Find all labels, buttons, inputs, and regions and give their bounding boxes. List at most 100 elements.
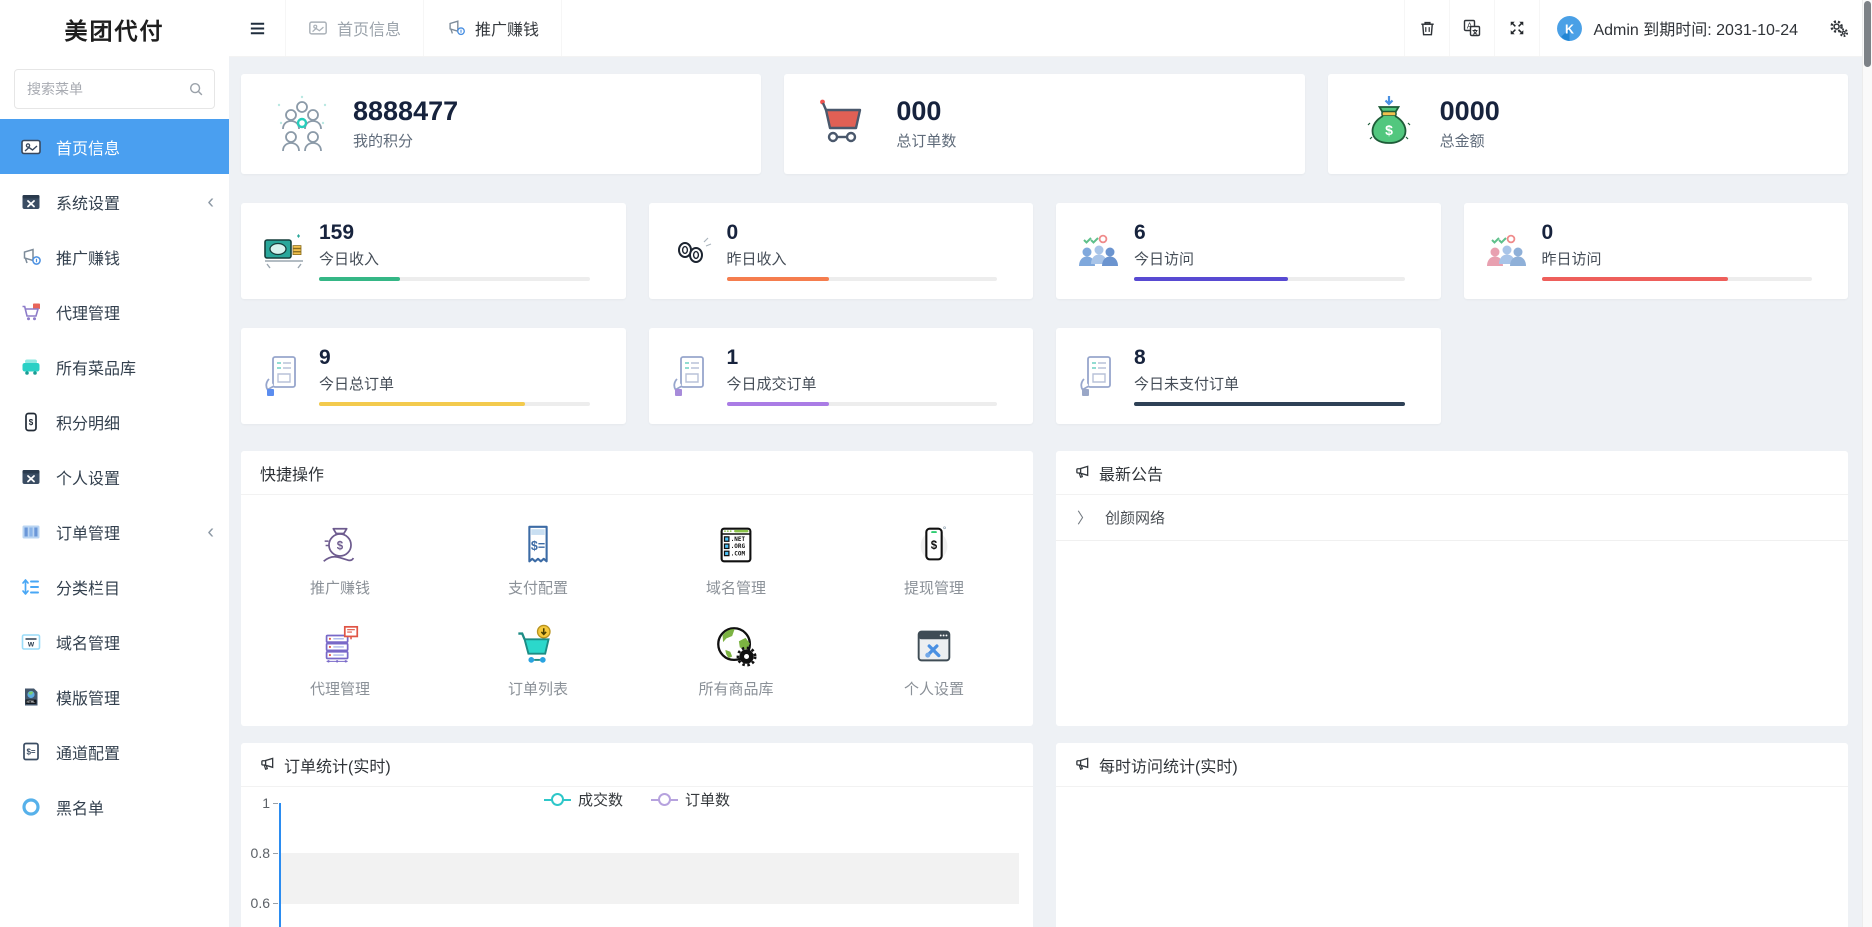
panel-title: 订单统计(实时)	[284, 758, 391, 776]
quick-action-domain[interactable]: .NET .ORG .COM 域名管理	[637, 522, 835, 598]
stat-progress-fill	[1134, 402, 1405, 407]
sidebar-item-category[interactable]: 分类栏目	[0, 559, 229, 614]
quick-action-all-products[interactable]: 所有商品库	[637, 623, 835, 699]
stats-row-1: 8888477 我的积分 000 总订单数 $ 0000 总金额	[241, 74, 1848, 174]
translate-icon: A	[1464, 19, 1481, 37]
chart-y-axis	[279, 803, 281, 927]
svg-text:$: $	[337, 540, 344, 552]
quick-action-label: 支付配置	[507, 580, 568, 597]
search-icon	[188, 81, 204, 97]
translate-button[interactable]: A	[1449, 0, 1494, 56]
channel-doc-icon: $=	[20, 741, 42, 763]
hamburger-menu-button[interactable]	[229, 0, 285, 56]
legend-label: 成交数	[577, 792, 623, 809]
stat-progress-fill	[319, 277, 401, 282]
sidebar-item-channel[interactable]: $= 通道配置	[0, 724, 229, 779]
app-logo: 美团代付	[64, 17, 165, 44]
stat-progress-track	[1541, 277, 1812, 282]
megaphone-icon	[1075, 757, 1090, 772]
chevron-collapsed-icon: ‹	[207, 190, 214, 213]
svg-text:.COM: .COM	[731, 550, 746, 557]
sidebar-item-personal[interactable]: 个人设置	[0, 449, 229, 504]
domain-window-icon: w	[20, 631, 42, 653]
tab-home-icon	[308, 18, 328, 38]
dish-store-icon	[20, 356, 42, 378]
stat-label: 今日总订单	[319, 376, 395, 394]
topbar-actions: A K Admin 到期时间: 2031-10-24	[1404, 0, 1862, 56]
points-phone-icon: $	[20, 411, 42, 433]
menu-search	[14, 69, 215, 109]
hamburger-icon	[250, 22, 264, 34]
sidebar-item-domain[interactable]: w 域名管理	[0, 614, 229, 669]
stat-card-today-visits: 6 今日访问	[1056, 203, 1441, 299]
phone-dollar-icon: $	[911, 522, 957, 568]
order-stats-panel: 订单统计(实时) 成交数 订单数 1 0.8 0.6	[241, 743, 1033, 927]
legend-item-deals[interactable]: 成交数	[543, 789, 623, 810]
sidebar-item-home[interactable]: 首页信息	[0, 119, 229, 174]
stat-label: 昨日收入	[726, 251, 787, 269]
hourly-visits-header: 每时访问统计(实时)	[1056, 743, 1848, 787]
avatar: K	[1556, 15, 1583, 42]
sidebar-item-dishes[interactable]: 所有菜品库	[0, 339, 229, 394]
quick-action-label: 提现管理	[903, 580, 964, 597]
stat-value: 1	[726, 345, 739, 369]
svg-text:$: $	[1385, 122, 1393, 138]
tab-label: 首页信息	[337, 22, 402, 39]
sidebar-item-label: 推广赚钱	[56, 250, 121, 268]
stat-card-today-deal-orders: 1 今日成交订单	[648, 328, 1033, 424]
stat-progress-fill	[1134, 277, 1289, 282]
category-sort-icon	[20, 576, 42, 598]
sidebar-item-blacklist[interactable]: 黑名单	[0, 779, 229, 834]
quick-action-pay-config[interactable]: $= 支付配置	[439, 522, 637, 598]
stat-value: 9	[319, 345, 331, 369]
megaphone-icon	[260, 757, 275, 772]
sidebar-item-label: 域名管理	[56, 635, 121, 653]
clear-cache-button[interactable]	[1404, 0, 1449, 56]
svg-text:$: $	[931, 540, 938, 552]
sidebar-item-points[interactable]: $ 积分明细	[0, 394, 229, 449]
stat-value: 6	[1134, 220, 1146, 244]
quick-action-label: 域名管理	[705, 580, 766, 597]
stat-progress-fill	[726, 277, 830, 282]
svg-text:w: w	[27, 639, 35, 648]
fullscreen-button[interactable]	[1494, 0, 1539, 56]
sidebar-item-system-settings[interactable]: 系统设置 ‹	[0, 174, 229, 229]
search-input[interactable]	[14, 69, 215, 109]
sidebar-item-agent[interactable]: 代理管理	[0, 284, 229, 339]
quick-action-withdraw[interactable]: $ 提现管理	[835, 522, 1033, 598]
quick-action-label: 推广赚钱	[309, 580, 370, 597]
notice-panel: 最新公告 〉 创颜网络	[1056, 451, 1848, 726]
order-stats-chart: 成交数 订单数 1 0.8 0.6	[243, 787, 1031, 927]
user-account[interactable]: K Admin 到期时间: 2031-10-24	[1539, 0, 1814, 56]
sidebar-item-label: 所有菜品库	[56, 360, 137, 378]
stat-progress-track	[319, 277, 590, 282]
sidebar-item-promo[interactable]: 推广赚钱	[0, 229, 229, 284]
window-tools-icon	[911, 623, 957, 669]
notice-list-item[interactable]: 〉 创颜网络	[1056, 495, 1848, 541]
stat-label: 今日未支付订单	[1134, 376, 1240, 394]
quick-action-order-list[interactable]: 订单列表	[439, 623, 637, 699]
tab-home-info[interactable]: 首页信息	[285, 0, 425, 56]
quick-action-personal[interactable]: 个人设置	[835, 623, 1033, 699]
scrollbar-thumb[interactable]	[1864, 1, 1871, 67]
stat-value: 8888477	[353, 95, 459, 126]
stat-value: 000	[896, 95, 942, 126]
legend-item-orders[interactable]: 订单数	[651, 789, 730, 810]
home-info-icon	[20, 136, 42, 158]
quick-action-label: 所有商品库	[698, 681, 774, 698]
settings-button[interactable]	[1814, 0, 1862, 56]
cart-icon	[814, 93, 876, 155]
sidebar-item-label: 通道配置	[56, 745, 121, 763]
notice-item-label: 创颜网络	[1105, 510, 1166, 527]
sidebar-item-orders[interactable]: 订单管理 ‹	[0, 504, 229, 559]
sidebar-item-template[interactable]: HTML 模版管理	[0, 669, 229, 724]
mid-row: 快捷操作 $ 推广赚钱 $= 支付配置 .NET.ORG.COM 域名管理	[241, 451, 1848, 726]
svg-text:$: $	[29, 418, 34, 427]
quick-action-agent[interactable]: 代理管理	[241, 623, 439, 699]
quick-action-promo[interactable]: $ 推广赚钱	[241, 522, 439, 598]
quick-action-label: 代理管理	[309, 681, 370, 698]
stat-card-total-amount: $ 0000 总金额	[1327, 74, 1848, 174]
tab-promo[interactable]: 推广赚钱	[424, 0, 563, 56]
panel-title: 最新公告	[1099, 466, 1164, 484]
y-tick-mark	[273, 903, 278, 904]
